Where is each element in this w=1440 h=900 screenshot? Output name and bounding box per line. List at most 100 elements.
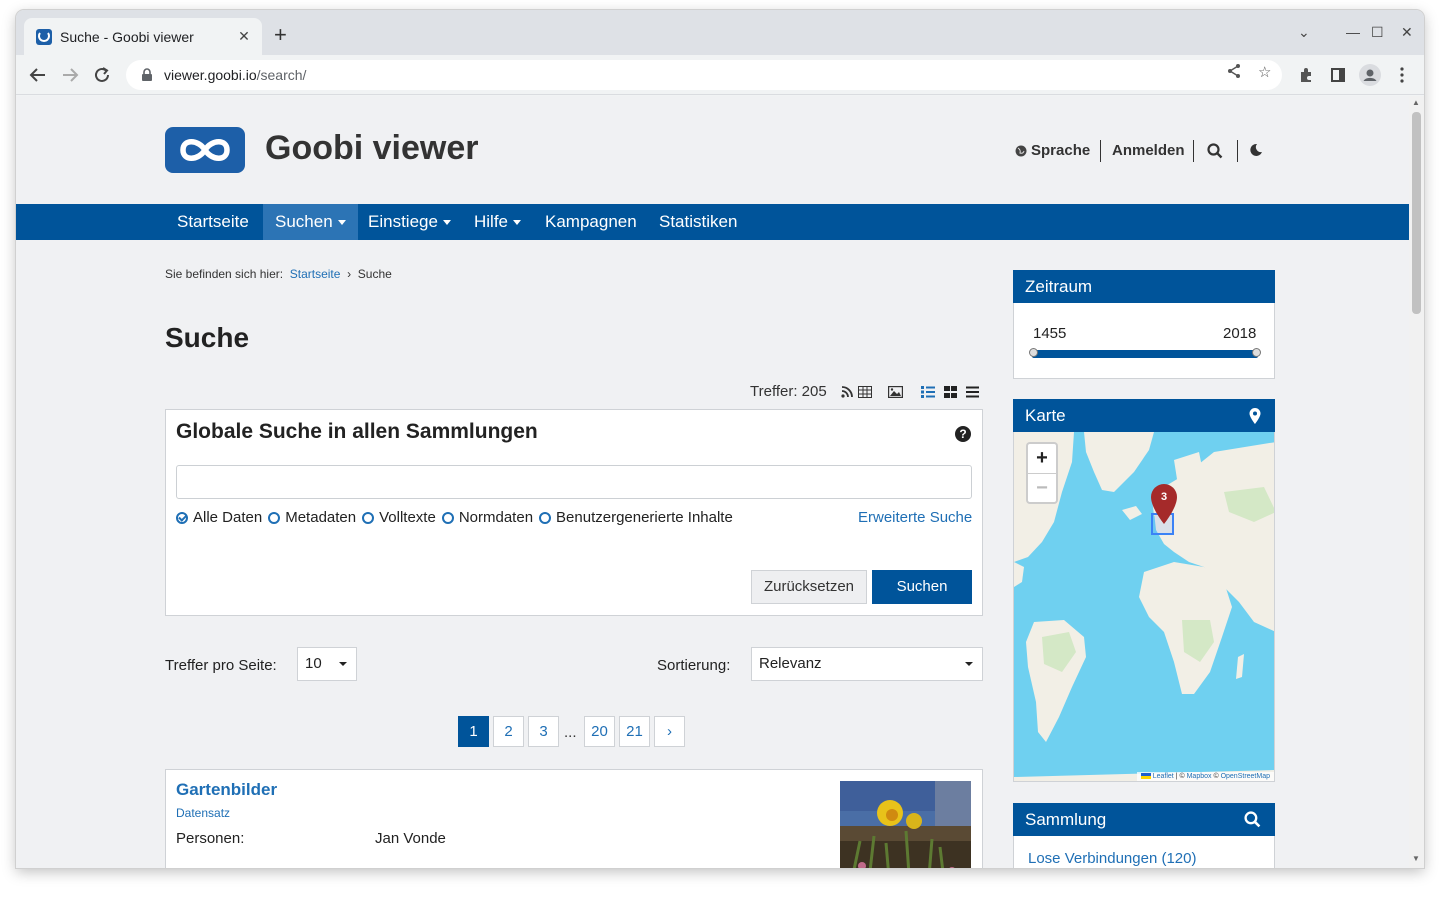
radio-unchecked-icon xyxy=(441,511,454,524)
image-view-icon[interactable] xyxy=(888,383,903,398)
radio-alle-daten[interactable]: Alle Daten xyxy=(176,509,262,526)
per-page-value: 10 xyxy=(305,655,322,672)
radio-metadaten[interactable]: Metadaten xyxy=(268,509,356,526)
collection-widget: Lose Verbindungen (120) xyxy=(1013,836,1275,868)
side-panel-icon[interactable] xyxy=(1326,63,1350,87)
profile-avatar-icon[interactable] xyxy=(1358,63,1382,87)
new-tab-button[interactable]: + xyxy=(274,24,287,46)
advanced-search-link[interactable]: Erweiterte Suche xyxy=(858,509,972,526)
radio-unchecked-icon xyxy=(268,511,281,524)
nav-startseite[interactable]: Startseite xyxy=(165,204,261,240)
radio-normdaten[interactable]: Normdaten xyxy=(441,509,534,526)
dropdown-caret-icon xyxy=(965,662,973,666)
radio-unchecked-icon xyxy=(362,511,375,524)
nav-einstiege[interactable]: Einstiege xyxy=(356,204,463,240)
extensions-icon[interactable] xyxy=(1294,63,1318,87)
nav-label: Hilfe xyxy=(474,212,509,231)
minimize-icon[interactable]: — xyxy=(1346,24,1360,40)
radio-volltexte[interactable]: Volltexte xyxy=(362,509,436,526)
rss-icon[interactable] xyxy=(841,383,853,398)
map-widget-header: Karte xyxy=(1013,399,1275,432)
page-21-link[interactable]: 21 xyxy=(619,716,650,747)
radio-label: Benutzergenerierte Inhalte xyxy=(556,509,733,526)
dark-mode-moon-icon[interactable] xyxy=(1249,143,1263,157)
goobi-logo[interactable] xyxy=(165,127,245,173)
tiles-view-icon[interactable] xyxy=(944,383,957,398)
lock-icon xyxy=(142,68,152,81)
pagination-ellipsis: ... xyxy=(564,724,577,741)
maximize-icon[interactable]: ☐ xyxy=(1371,24,1384,41)
scroll-up-icon[interactable]: ▲ xyxy=(1412,98,1420,107)
per-page-select[interactable]: 10 xyxy=(297,647,357,681)
tab-close-icon[interactable]: ✕ xyxy=(236,28,252,45)
bookmark-star-icon[interactable]: ☆ xyxy=(1258,63,1271,81)
scroll-down-icon[interactable]: ▼ xyxy=(1412,854,1420,863)
nav-statistiken[interactable]: Statistiken xyxy=(647,204,749,240)
ukraine-flag-icon xyxy=(1140,773,1151,780)
reset-button[interactable]: Zurücksetzen xyxy=(751,570,867,604)
tab-search-icon[interactable]: ⌄ xyxy=(1298,24,1310,41)
search-input[interactable] xyxy=(176,465,972,499)
nav-label: Startseite xyxy=(177,212,249,231)
share-icon[interactable] xyxy=(1226,63,1242,83)
header-divider xyxy=(1237,140,1238,162)
page-title: Suche xyxy=(165,322,250,353)
radio-label: Normdaten xyxy=(458,509,534,526)
radio-benutzergenerierte-inhalte[interactable]: Benutzergenerierte Inhalte xyxy=(539,509,733,526)
login-link[interactable]: Anmelden xyxy=(1112,142,1185,159)
range-slider-track[interactable] xyxy=(1032,350,1258,358)
forward-icon[interactable] xyxy=(58,63,82,87)
browser-menu-icon[interactable] xyxy=(1390,63,1414,87)
list-details-icon[interactable] xyxy=(921,383,935,398)
breadcrumb-separator: › xyxy=(347,267,352,281)
next-page-link[interactable]: › xyxy=(654,716,685,747)
language-menu[interactable]: Sprache xyxy=(1015,142,1090,159)
dropdown-caret-icon xyxy=(339,662,347,666)
openstreetmap-link[interactable]: OpenStreetMap xyxy=(1221,773,1270,780)
help-question-icon[interactable]: ? xyxy=(955,426,971,442)
search-icon[interactable] xyxy=(1207,143,1223,159)
list-compact-icon[interactable] xyxy=(966,383,979,398)
range-handle-start[interactable] xyxy=(1029,348,1038,357)
address-bar[interactable]: viewer.goobi.io/search/ xyxy=(126,60,1282,90)
breadcrumb: Sie befinden sich hier: Startseite › Suc… xyxy=(165,267,392,281)
timerange-widget: 1455 2018 xyxy=(1013,303,1275,379)
collection-item-link[interactable]: Lose Verbindungen (120) xyxy=(1028,850,1196,867)
map-marker-cluster[interactable] xyxy=(1150,484,1178,524)
zoom-in-button[interactable]: + xyxy=(1028,444,1056,473)
search-icon[interactable] xyxy=(1244,811,1261,828)
breadcrumb-prefix: Sie befinden sich hier: xyxy=(165,267,284,281)
language-label: Sprache xyxy=(1031,142,1091,159)
nav-suchen[interactable]: Suchen xyxy=(263,204,358,240)
map-view[interactable]: 3 + − Leaflet | © Mapbox © OpenStreetMap xyxy=(1013,432,1275,782)
browser-tab[interactable]: Suche - Goobi viewer ✕ xyxy=(24,18,262,55)
back-icon[interactable] xyxy=(26,63,50,87)
scrollbar-thumb[interactable] xyxy=(1412,112,1421,314)
mapbox-link[interactable]: Mapbox xyxy=(1187,773,1212,780)
url-path: /search/ xyxy=(256,67,307,83)
radio-label: Alle Daten xyxy=(193,509,263,526)
page-scrollbar[interactable]: ▲ ▼ xyxy=(1409,96,1424,868)
result-title-link[interactable]: Gartenbilder xyxy=(176,780,277,800)
reload-icon[interactable] xyxy=(90,63,114,87)
page-20-link[interactable]: 20 xyxy=(584,716,615,747)
range-handle-end[interactable] xyxy=(1252,348,1261,357)
browser-window: Suche - Goobi viewer ✕ + ⌄ — ☐ ✕ viewer.… xyxy=(16,10,1424,868)
result-type-link[interactable]: Datensatz xyxy=(176,806,230,820)
leaflet-link[interactable]: Leaflet xyxy=(1153,773,1174,780)
goobi-favicon-icon xyxy=(36,28,52,45)
submit-search-button[interactable]: Suchen xyxy=(872,570,972,604)
sort-select[interactable]: Relevanz xyxy=(751,647,983,681)
page-3-link[interactable]: 3 xyxy=(528,716,559,747)
result-thumbnail-image[interactable] xyxy=(840,781,971,868)
close-window-icon[interactable]: ✕ xyxy=(1401,24,1413,41)
nav-hilfe[interactable]: Hilfe xyxy=(462,204,533,240)
nav-kampagnen[interactable]: Kampagnen xyxy=(533,204,649,240)
breadcrumb-home-link[interactable]: Startseite xyxy=(290,267,341,281)
table-view-icon[interactable] xyxy=(858,383,872,398)
header-divider xyxy=(1100,140,1101,162)
brand-name[interactable]: Goobi viewer xyxy=(265,129,479,168)
page-2-link[interactable]: 2 xyxy=(493,716,524,747)
zoom-out-button[interactable]: − xyxy=(1028,473,1056,502)
page-1-link[interactable]: 1 xyxy=(458,716,489,747)
